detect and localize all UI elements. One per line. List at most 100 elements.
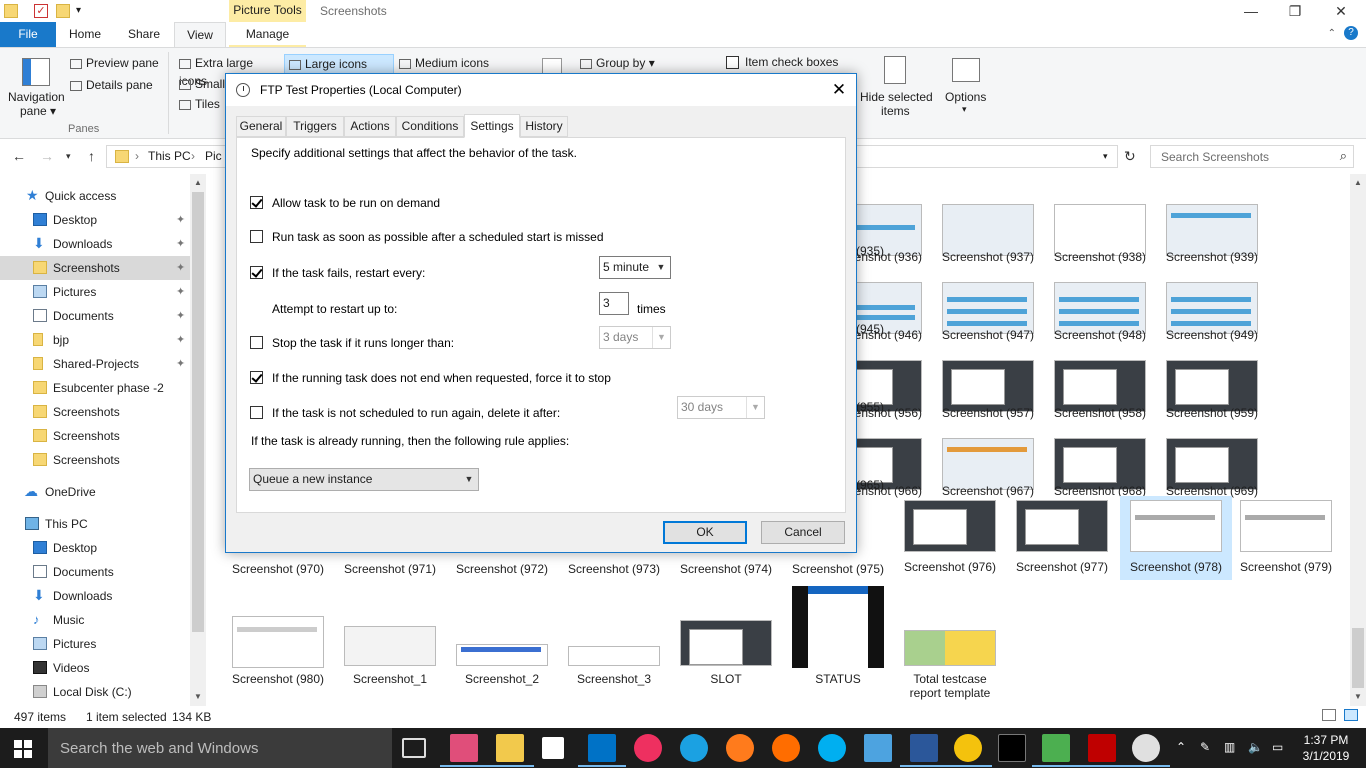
delete-task-label[interactable]: If the task is not scheduled to run agai… (272, 406, 560, 420)
dialog-close-button[interactable]: ✕ (824, 76, 854, 104)
file-tile[interactable]: Screenshot (969) (1156, 424, 1268, 502)
pin-icon[interactable]: ✦ (176, 208, 185, 232)
delete-task-checkbox[interactable] (250, 406, 263, 419)
file-tile[interactable]: Screenshot (968) (1044, 424, 1156, 502)
taskbar-clock[interactable]: 1:37 PM 3/1/2019 (1296, 732, 1356, 764)
nav-pc-videos[interactable]: Videos (0, 656, 192, 680)
nav-pc-documents[interactable]: Documents (0, 560, 192, 584)
remote-desktop-icon[interactable] (864, 734, 892, 762)
run-asap-checkbox[interactable] (250, 230, 263, 243)
sort-by-icon[interactable] (542, 58, 562, 74)
intellij-icon[interactable] (440, 734, 488, 767)
help-icon[interactable]: ? (1344, 26, 1358, 40)
minimize-button[interactable]: — (1228, 0, 1274, 22)
file-tile[interactable]: Screenshot (967) (932, 424, 1044, 502)
file-tile[interactable]: Screenshot (959) (1156, 346, 1268, 424)
file-tile[interactable]: Screenshot (980) (222, 612, 334, 702)
word-icon[interactable] (900, 734, 948, 767)
tab-triggers[interactable]: Triggers (286, 116, 344, 137)
group-by-button[interactable]: Group by ▾ (580, 56, 655, 70)
nav-screenshots[interactable]: Screenshots ✦ (0, 256, 192, 280)
network-icon[interactable]: ▥ (1224, 740, 1235, 754)
tab-manage[interactable]: Manage (229, 22, 306, 47)
cancel-button[interactable]: Cancel (761, 521, 845, 544)
file-tile[interactable]: Screenshot (939) (1156, 190, 1268, 268)
navigation-pane-icon[interactable] (22, 58, 50, 86)
hide-selected-items-icon[interactable] (884, 56, 906, 84)
content-scrollbar[interactable]: ▲ ▼ (1350, 174, 1366, 706)
pin-icon[interactable]: ✦ (176, 280, 185, 304)
customize-toolbar-icon[interactable]: ▾ (76, 4, 90, 18)
breadcrumb-this-pc[interactable]: This PC (148, 149, 191, 163)
back-icon[interactable]: ← (12, 148, 26, 164)
nav-pc-music[interactable]: ♪ Music (0, 608, 192, 632)
outlook-icon[interactable] (578, 734, 626, 767)
file-tile-selected[interactable]: Screenshot (978) (1120, 496, 1232, 580)
navigation-pane-label-2[interactable]: pane ▾ (20, 104, 56, 118)
nav-quick-access[interactable]: ★ Quick access (0, 184, 192, 208)
file-tile[interactable]: Screenshot (957) (932, 346, 1044, 424)
restart-attempts-input[interactable]: 3 (599, 292, 629, 315)
nav-desktop[interactable]: Desktop ✦ (0, 208, 192, 232)
windows-start-icon[interactable] (14, 740, 32, 758)
large-icons-button[interactable]: Large icons (284, 54, 394, 74)
file-tile[interactable]: Screenshot (948) (1044, 268, 1156, 346)
tab-actions[interactable]: Actions (344, 116, 396, 137)
filezilla-icon[interactable] (1078, 734, 1126, 767)
nav-pc-desktop[interactable]: Desktop (0, 536, 192, 560)
stop-longer-label[interactable]: Stop the task if it runs longer than: (272, 336, 454, 350)
pin-icon[interactable]: ✦ (176, 304, 185, 328)
file-tile[interactable]: Screenshot_1 (334, 612, 446, 702)
dialog-titlebar[interactable]: FTP Test Properties (Local Computer) ✕ (226, 74, 856, 106)
scroll-down-icon[interactable]: ▼ (194, 692, 202, 701)
details-pane-button[interactable]: Details pane (70, 78, 153, 92)
large-icons-view-icon[interactable] (1344, 709, 1358, 721)
store-icon[interactable] (542, 737, 564, 759)
delete-after-select[interactable]: 30 days ▼ (677, 396, 765, 419)
hide-selected-label[interactable]: Hide selected (860, 90, 933, 104)
close-button[interactable]: ✕ (1318, 0, 1364, 22)
options-dropdown-icon[interactable]: ▾ (962, 104, 967, 115)
nav-shared-projects[interactable]: Shared-Projects ✦ (0, 352, 192, 376)
nav-scrollbar[interactable]: ▲ ▼ (190, 174, 206, 706)
scroll-thumb[interactable] (1352, 628, 1364, 688)
stop-duration-select[interactable]: 3 days ▼ (599, 326, 671, 349)
refresh-icon[interactable]: ↻ (1124, 148, 1136, 165)
pin-icon[interactable]: ✦ (176, 232, 185, 256)
recent-locations-icon[interactable]: ▾ (66, 151, 71, 162)
clock-app-icon[interactable] (1122, 734, 1170, 767)
tray-overflow-icon[interactable]: ⌃ (1176, 740, 1186, 754)
tab-settings[interactable]: Settings (464, 114, 520, 138)
running-rule-select[interactable]: Queue a new instance ▼ (249, 468, 479, 491)
firefox-icon[interactable] (726, 734, 754, 762)
taskbar-search[interactable]: Search the web and Windows (48, 728, 392, 768)
file-tile[interactable]: Screenshot (958) (1044, 346, 1156, 424)
minimize-ribbon-icon[interactable]: ⌃ (1328, 28, 1336, 39)
nav-this-pc[interactable]: This PC (0, 512, 192, 536)
nav-pictures[interactable]: Pictures ✦ (0, 280, 192, 304)
restart-interval-select[interactable]: 5 minute ▼ (599, 256, 671, 279)
tab-general[interactable]: General (236, 116, 286, 137)
pin-icon[interactable]: ✦ (176, 328, 185, 352)
file-explorer-icon[interactable] (486, 734, 534, 767)
chrome-icon[interactable] (944, 734, 992, 767)
tab-share[interactable]: Share (116, 22, 172, 47)
forward-icon[interactable]: → (40, 148, 54, 164)
volume-icon[interactable]: 🔈 (1248, 740, 1263, 754)
file-tile[interactable]: Total testcase report template (894, 612, 1006, 706)
preview-pane-button[interactable]: Preview pane (70, 56, 159, 70)
nav-downloads[interactable]: ⬇ Downloads ✦ (0, 232, 192, 256)
file-tile[interactable]: STATUS (782, 584, 894, 702)
skype-icon[interactable] (818, 734, 846, 762)
flickr-icon[interactable] (634, 734, 662, 762)
search-input[interactable]: Search Screenshots ⌕ (1150, 145, 1354, 168)
restart-checkbox[interactable] (250, 266, 263, 279)
options-icon[interactable] (952, 58, 980, 82)
nav-screenshots-3[interactable]: Screenshots (0, 424, 192, 448)
nav-screenshots-4[interactable]: Screenshots (0, 448, 192, 472)
file-tile[interactable]: Screenshot (977) (1006, 496, 1118, 580)
nav-esubcenter[interactable]: Esubcenter phase -2 (0, 376, 192, 400)
search-icon[interactable]: ⌕ (1340, 148, 1347, 164)
file-tile[interactable]: Screenshot (979) (1230, 496, 1342, 580)
file-tile[interactable]: Screenshot_2 (446, 612, 558, 702)
